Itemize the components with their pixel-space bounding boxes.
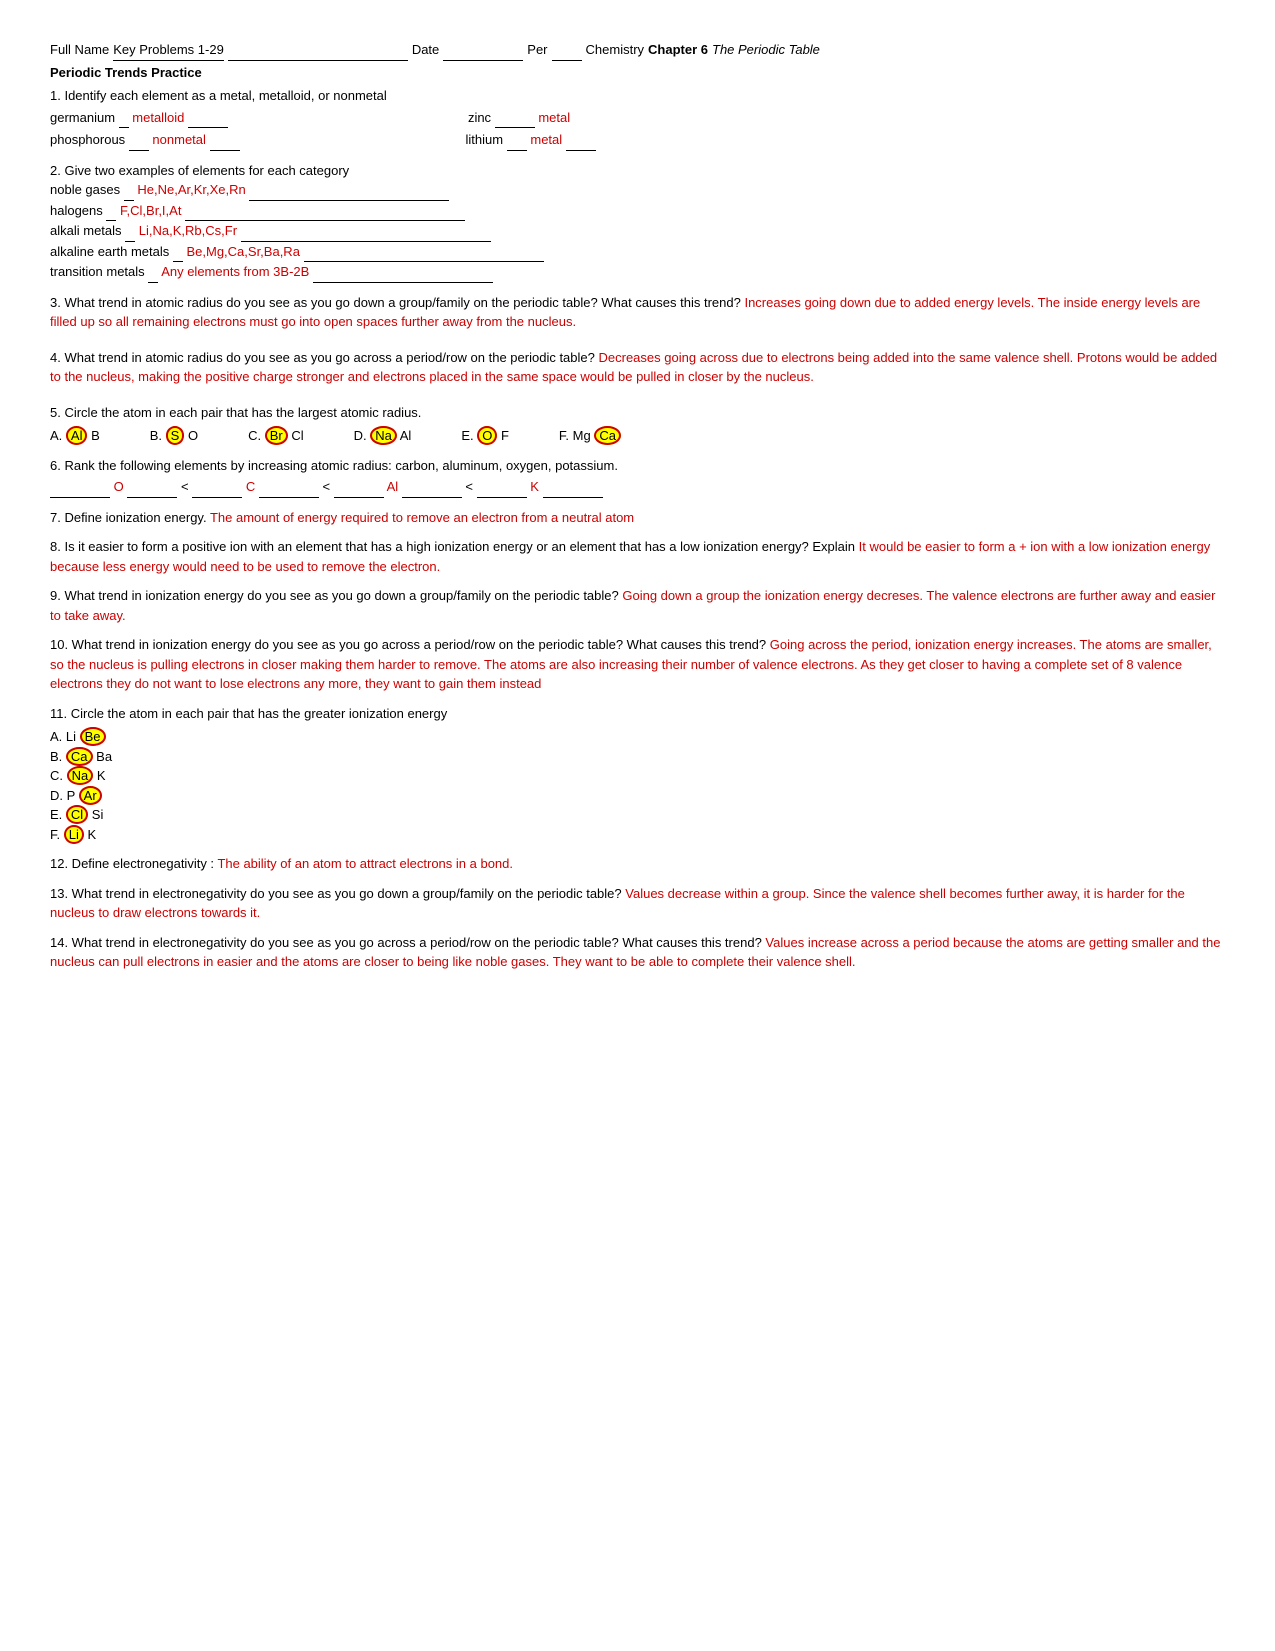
q11-c-circled: Na [67,766,94,785]
q8-text: 8. Is it easier to form a positive ion w… [50,539,855,554]
q11-e: E. Cl Si [50,805,1225,825]
q4-text: 4. What trend in atomic radius do you se… [50,350,595,365]
q5-b-circled: S [166,426,185,445]
q6-text: 6. Rank the following elements by increa… [50,456,1225,476]
chapter-label: Chapter 6 [648,40,708,60]
q5-f: F. Mg Ca [559,426,621,446]
q5-d: D. Na Al [354,426,412,446]
question-9: 9. What trend in ionization energy do yo… [50,586,1225,625]
question-12: 12. Define electronegativity : The abili… [50,854,1225,874]
q5-c: C. Br Cl [248,426,304,446]
chemistry-label: Chemistry [586,40,645,60]
q11-b: B. Ca Ba [50,747,1225,767]
q11-a-circled: Be [80,727,106,746]
q13-text: 13. What trend in electronegativity do y… [50,886,622,901]
q1-germanium: germanium metalloid [50,108,228,129]
q11-d-circled: Ar [79,786,102,805]
question-2: 2. Give two examples of elements for eac… [50,161,1225,283]
q5-d-circled: Na [370,426,397,445]
q11-f-circled: Li [64,825,84,844]
q11-text: 11. Circle the atom in each pair that ha… [50,704,1225,724]
question-7: 7. Define ionization energy. The amount … [50,508,1225,528]
q9-text: 9. What trend in ionization energy do yo… [50,588,619,603]
q1-lithium: lithium metal [466,130,596,151]
q11-e-circled: Cl [66,805,88,824]
q5-c-circled: Br [265,426,288,445]
q5-a-circled: Al [66,426,88,445]
question-6: 6. Rank the following elements by increa… [50,456,1225,498]
q10-text: 10. What trend in ionization energy do y… [50,637,766,652]
question-5: 5. Circle the atom in each pair that has… [50,403,1225,446]
q1-zinc: zinc metal [468,108,570,129]
full-name-label: Full Name [50,40,109,60]
q2-halogens: halogens F,Cl,Br,I,At [50,201,1225,222]
question-10: 10. What trend in ionization energy do y… [50,635,1225,694]
q3-text: 3. What trend in atomic radius do you se… [50,295,741,310]
q11-b-circled: Ca [66,747,93,766]
q5-a: A. Al B [50,426,100,446]
q5-e-circled: O [477,426,497,445]
q2-alkali: alkali metals Li,Na,K,Rb,Cs,Fr [50,221,1225,242]
q12-text: 12. Define electronegativity : [50,856,214,871]
question-3: 3. What trend in atomic radius do you se… [50,293,1225,332]
question-8: 8. Is it easier to form a positive ion w… [50,537,1225,576]
q5-e: E. O F [461,426,509,446]
per-label: Per [527,40,547,60]
q2-text: 2. Give two examples of elements for eac… [50,161,1225,181]
question-4: 4. What trend in atomic radius do you se… [50,348,1225,387]
q11-c: C. Na K [50,766,1225,786]
q1-text: 1. Identify each element as a metal, met… [50,86,1225,106]
q5-text: 5. Circle the atom in each pair that has… [50,403,1225,423]
q2-noble: noble gases He,Ne,Ar,Kr,Xe,Rn [50,180,1225,201]
q5-a-label: A. [50,428,66,443]
q14-text: 14. What trend in electronegativity do y… [50,935,762,950]
q7-answer: The amount of energy required to remove … [210,510,634,525]
q11-f: F. Li K [50,825,1225,845]
question-11: 11. Circle the atom in each pair that ha… [50,704,1225,845]
chapter-title: The Periodic Table [712,40,820,60]
question-14: 14. What trend in electronegativity do y… [50,933,1225,972]
question-1: 1. Identify each element as a metal, met… [50,86,1225,151]
q1-phosphorous: phosphorous nonmetal [50,130,240,151]
q6-answer: O < C < Al < K [50,477,1225,498]
date-label: Date [412,40,439,60]
q5-f-circled: Ca [594,426,621,445]
q5-b: B. S O [150,426,198,446]
q12-answer: The ability of an atom to attract electr… [217,856,513,871]
q2-alkaline: alkaline earth metals Be,Mg,Ca,Sr,Ba,Ra [50,242,1225,263]
header: Full Name Key Problems 1-29 Date Per Che… [50,40,1225,61]
section-title: Periodic Trends Practice [50,63,1225,83]
q11-d: D. P Ar [50,786,1225,806]
q2-transition: transition metals Any elements from 3B-2… [50,262,1225,283]
question-13: 13. What trend in electronegativity do y… [50,884,1225,923]
q7-text: 7. Define ionization energy. [50,510,207,525]
key-problems-value: Key Problems 1-29 [113,40,224,61]
q11-a: A. Li Be [50,727,1225,747]
